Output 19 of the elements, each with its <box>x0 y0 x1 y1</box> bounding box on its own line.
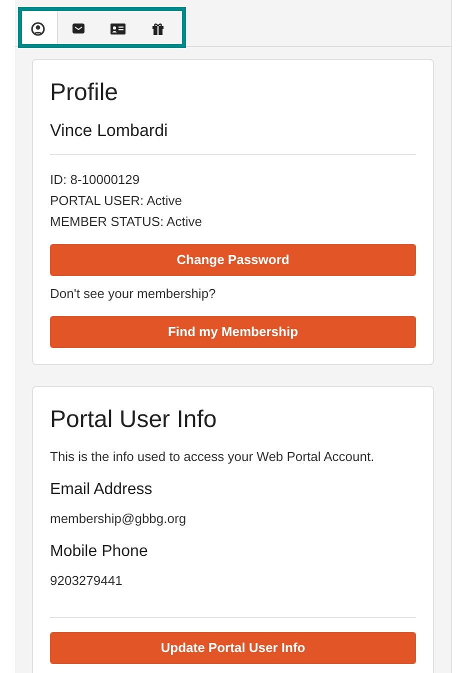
member-name: Vince Lombardi <box>50 120 169 142</box>
envelope-icon <box>72 23 84 34</box>
person-icon <box>31 22 45 36</box>
field-label: Mobile Phone <box>50 542 149 562</box>
description-text: This is the info used to access your Web Portal Account. <box>50 448 376 466</box>
card-title: Portal User Info <box>50 405 218 435</box>
field-value: membership@gbbg.org <box>50 510 188 528</box>
gift-icon <box>152 22 164 34</box>
detail-text: ID: 8-10000129 <box>50 171 141 189</box>
detail-text: MEMBER STATUS: Active <box>50 213 203 231</box>
find-membership-button[interactable]: Find my Membership <box>50 316 416 348</box>
field-label: Email Address <box>50 480 154 500</box>
update-info-button[interactable]: Update Portal User Info <box>50 632 416 664</box>
detail-text: PORTAL USER: Active <box>50 192 183 210</box>
field-value: 9203279441 <box>50 572 124 590</box>
change-password-button[interactable]: Change Password <box>50 244 416 276</box>
card-title: Profile <box>50 78 120 108</box>
id-card-icon <box>110 22 126 34</box>
prompt-text: Don't see your membership? <box>50 285 217 303</box>
